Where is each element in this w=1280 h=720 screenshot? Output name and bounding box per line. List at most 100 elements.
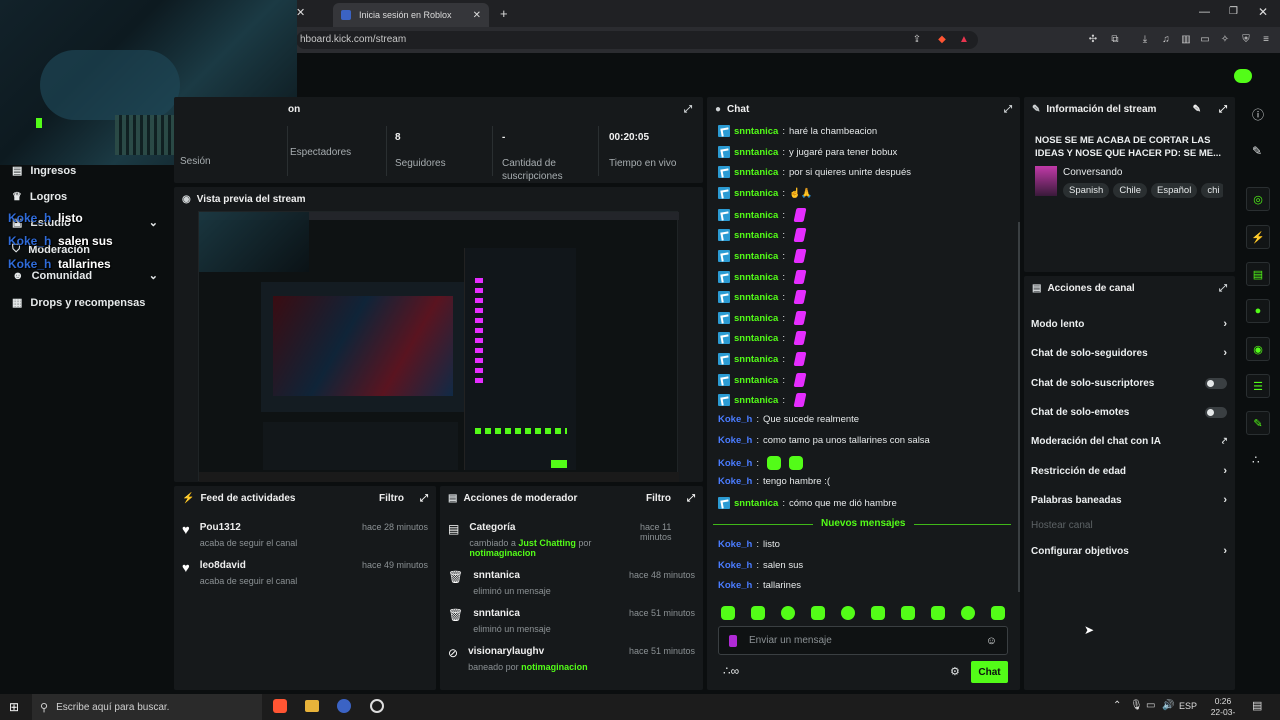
minimize-icon[interactable]: — xyxy=(1199,6,1210,18)
pencil-icon[interactable]: ✎ xyxy=(1252,144,1262,158)
chat-username[interactable]: snntanica xyxy=(734,272,778,283)
chat-username[interactable]: snntanica xyxy=(734,395,778,406)
edit-icon[interactable]: ✎ xyxy=(1193,104,1201,115)
emote-icon[interactable] xyxy=(931,606,945,620)
file-explorer-icon[interactable] xyxy=(305,700,319,712)
chat-username[interactable]: snntanica xyxy=(734,251,778,262)
configure-goals-row[interactable]: Configurar objetivos › xyxy=(1031,544,1227,558)
expand-icon[interactable]: ⤢ xyxy=(1219,104,1227,115)
chat-username[interactable]: Koke_h xyxy=(718,560,752,571)
emotes-only-toggle[interactable] xyxy=(1205,406,1227,418)
emote-icon[interactable] xyxy=(793,249,807,263)
chat-username[interactable]: Koke_h xyxy=(718,414,752,425)
chat-username[interactable]: snntanica xyxy=(734,126,778,137)
close-tab-icon[interactable]: ✕ xyxy=(296,6,326,20)
mod-action-user[interactable]: snntanica xyxy=(473,608,551,619)
expand-icon[interactable]: ⤢ xyxy=(687,493,695,504)
expand-icon[interactable]: ⤢ xyxy=(1004,104,1012,115)
chat-send-button[interactable]: Chat xyxy=(971,661,1008,683)
emote-icon[interactable] xyxy=(961,606,975,620)
restore-icon[interactable]: ❐ xyxy=(1229,6,1238,17)
chat-username[interactable]: Koke_h xyxy=(718,435,752,446)
banned-words-row[interactable]: Palabras baneadas › xyxy=(1031,493,1227,507)
emote-icon[interactable] xyxy=(751,606,765,620)
chat-username[interactable]: Koke_h xyxy=(718,539,752,550)
camera-icon[interactable]: ◎ xyxy=(1246,187,1270,211)
emoji-picker-icon[interactable]: ☺ xyxy=(986,635,997,647)
emote-icon[interactable] xyxy=(841,606,855,620)
app-taskbar-icon[interactable] xyxy=(337,699,351,713)
screenshot-icon[interactable]: ⧉ xyxy=(1109,34,1121,46)
new-tab-icon[interactable]: + xyxy=(500,6,508,21)
bolt-icon[interactable]: ⚡ xyxy=(1246,225,1270,249)
notifications-icon[interactable]: ▤ xyxy=(1252,699,1262,712)
chat-username[interactable]: snntanica xyxy=(734,188,778,199)
emote-icon[interactable] xyxy=(793,352,807,366)
category-thumbnail[interactable] xyxy=(1035,166,1057,196)
broadcast-icon[interactable]: ◉ xyxy=(1246,337,1270,361)
chat-username[interactable]: snntanica xyxy=(734,354,778,365)
category-name[interactable]: Conversando xyxy=(1063,167,1122,178)
ai-moderation-row[interactable]: Moderación del chat con IA ⤤ xyxy=(1031,434,1227,448)
info-icon[interactable]: ⓘ xyxy=(1252,106,1264,123)
music-icon[interactable]: ♫ xyxy=(1160,34,1172,46)
emote-icon[interactable] xyxy=(766,456,781,470)
emote-icon[interactable] xyxy=(781,606,795,620)
sidebar-item-drops[interactable]: ▦ Drops y recompensas xyxy=(12,296,145,310)
vpn-icon[interactable]: ⛨ xyxy=(1240,34,1252,46)
brave-taskbar-icon[interactable] xyxy=(273,699,287,713)
chat-icon[interactable]: ● xyxy=(1246,299,1270,323)
emote-icon[interactable] xyxy=(793,331,807,345)
clock[interactable]: 0:2622-03-2026 xyxy=(1202,696,1244,720)
emote-icon[interactable] xyxy=(793,393,807,407)
chat-username[interactable]: snntanica xyxy=(734,147,778,158)
chat-username[interactable]: snntanica xyxy=(734,230,778,241)
emote-icon[interactable] xyxy=(721,606,735,620)
emote-icon[interactable] xyxy=(793,290,807,304)
chat-username[interactable]: snntanica xyxy=(734,167,778,178)
chat-username[interactable]: Koke_h xyxy=(718,458,752,469)
sidebar-item-logros[interactable]: ♛ Logros xyxy=(12,190,67,204)
document-icon[interactable]: ▤ xyxy=(1246,262,1270,286)
filter-button[interactable]: Filtro xyxy=(646,493,671,504)
chat-username[interactable]: snntanica xyxy=(734,333,778,344)
volume-icon[interactable]: 🔊 xyxy=(1162,700,1174,711)
chat-username[interactable]: snntanica xyxy=(734,210,778,221)
chat-username[interactable]: snntanica xyxy=(734,375,778,386)
emote-icon[interactable] xyxy=(901,606,915,620)
chat-username[interactable]: Koke_h xyxy=(718,476,752,487)
chat-username[interactable]: Koke_h xyxy=(718,580,752,591)
activity-user[interactable]: Pou1312 xyxy=(200,522,298,533)
chat-settings-icon[interactable]: ⚙ xyxy=(950,665,960,678)
brave-rewards-icon[interactable]: ▲ xyxy=(958,34,970,46)
chat-username[interactable]: snntanica xyxy=(734,313,778,324)
emote-icon[interactable] xyxy=(793,311,807,325)
chat-input[interactable]: Enviar un mensaje ☺ xyxy=(718,626,1008,655)
mod-action-user[interactable]: visionarylaughv xyxy=(468,646,588,657)
followers-only-row[interactable]: Chat de solo-seguidores › xyxy=(1031,346,1227,360)
emote-icon[interactable] xyxy=(788,456,803,470)
moderator-link[interactable]: notimaginacion xyxy=(521,662,588,672)
stream-preview-video[interactable] xyxy=(198,211,679,482)
taskbar-search[interactable]: ⚲ Escribe aquí para buscar. xyxy=(32,694,262,720)
subscribers-only-toggle[interactable] xyxy=(1205,377,1227,389)
kick-points-icon[interactable]: ∴∞ xyxy=(723,664,739,678)
points-icon[interactable]: ∴ xyxy=(1252,453,1260,467)
mod-action-user[interactable]: snntanica xyxy=(473,570,551,581)
menu-icon[interactable]: ≡ xyxy=(1260,34,1272,46)
emote-icon[interactable] xyxy=(793,228,807,242)
moderator-link[interactable]: notimaginacion xyxy=(469,548,536,558)
emote-icon[interactable] xyxy=(793,208,807,222)
filter-button[interactable]: Filtro xyxy=(379,493,404,504)
expand-icon[interactable]: ⤢ xyxy=(684,104,692,115)
chat-scrollbar[interactable] xyxy=(1018,222,1020,592)
user-avatar[interactable] xyxy=(1234,69,1252,83)
extensions-icon[interactable]: ✣ xyxy=(1087,34,1099,46)
brave-shield-icon[interactable]: ◆ xyxy=(936,34,948,46)
emote-icon[interactable] xyxy=(793,270,807,284)
wallet-icon[interactable]: ▭ xyxy=(1199,34,1211,46)
sidebar-icon[interactable]: ▥ xyxy=(1180,34,1192,46)
close-tab-icon[interactable]: ✕ xyxy=(473,10,481,21)
share-icon[interactable]: ⇪ xyxy=(911,34,923,46)
emote-icon[interactable] xyxy=(793,373,807,387)
